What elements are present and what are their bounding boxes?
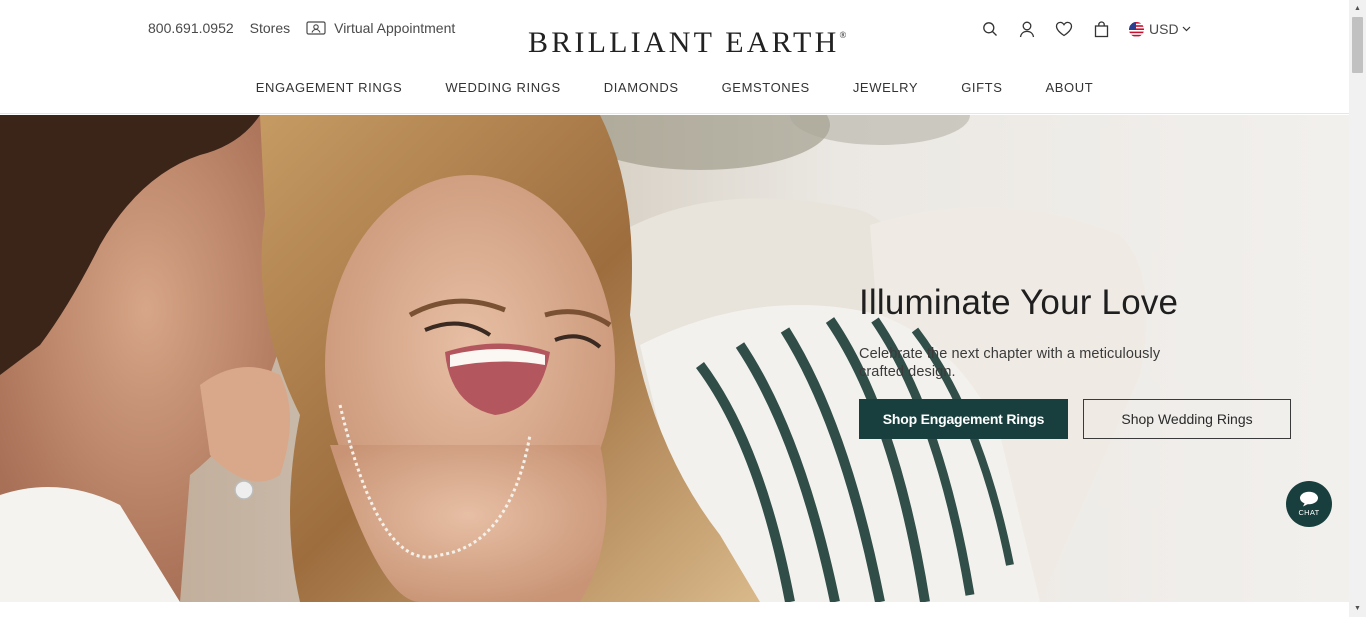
us-flag-icon xyxy=(1129,21,1144,37)
scroll-thumb[interactable] xyxy=(1352,17,1363,73)
nav-jewelry[interactable]: JEWELRY xyxy=(853,80,918,95)
account-icon[interactable] xyxy=(1018,20,1036,38)
shop-engagement-rings-button[interactable]: Shop Engagement Rings xyxy=(859,399,1068,439)
next-section-edge xyxy=(0,602,1349,617)
stores-link[interactable]: Stores xyxy=(250,20,290,36)
chat-label: CHAT xyxy=(1298,508,1320,517)
chevron-down-icon xyxy=(1182,26,1190,32)
nav-wedding-rings[interactable]: WEDDING RINGS xyxy=(445,80,560,95)
nav-diamonds[interactable]: DIAMONDS xyxy=(604,80,679,95)
hero-title: Illuminate Your Love xyxy=(859,283,1179,322)
chat-bubble-icon xyxy=(1300,491,1318,507)
utility-links: 800.691.0952 Stores Virtual Appointment xyxy=(148,20,471,36)
hero-banner: Illuminate Your Love Celebrate the next … xyxy=(0,115,1349,602)
virtual-appointment-label: Virtual Appointment xyxy=(334,20,456,36)
search-icon[interactable] xyxy=(981,20,999,38)
phone-link[interactable]: 800.691.0952 xyxy=(148,20,234,36)
hero-content: Illuminate Your Love Celebrate the next … xyxy=(859,283,1299,439)
shop-wedding-rings-button[interactable]: Shop Wedding Rings xyxy=(1083,399,1291,439)
bag-icon[interactable] xyxy=(1092,20,1110,38)
site-header: 800.691.0952 Stores Virtual Appointment … xyxy=(0,0,1349,114)
brand-logo[interactable]: BRILLIANT EARTH® xyxy=(528,26,846,60)
hero-subtitle: Celebrate the next chapter with a meticu… xyxy=(859,346,1161,380)
currency-label: USD xyxy=(1149,21,1179,37)
currency-selector[interactable]: USD xyxy=(1129,21,1191,37)
nav-gemstones[interactable]: GEMSTONES xyxy=(722,80,810,95)
page: 800.691.0952 Stores Virtual Appointment … xyxy=(0,0,1349,617)
header-actions: USD xyxy=(981,20,1191,38)
scroll-up-arrow-icon[interactable]: ▲ xyxy=(1349,0,1366,17)
chat-button[interactable]: CHAT xyxy=(1286,481,1332,527)
page-scrollbar[interactable]: ▲ ▼ xyxy=(1349,0,1366,617)
virtual-appointment-link[interactable]: Virtual Appointment xyxy=(306,20,455,36)
virtual-appointment-icon xyxy=(306,21,326,35)
nav-gifts[interactable]: GIFTS xyxy=(961,80,1002,95)
scroll-down-arrow-icon[interactable]: ▼ xyxy=(1349,600,1366,617)
logo-text: BRILLIANT EARTH xyxy=(528,26,840,59)
hero-buttons: Shop Engagement Rings Shop Wedding Rings xyxy=(859,399,1291,439)
main-nav: ENGAGEMENT RINGS WEDDING RINGS DIAMONDS … xyxy=(0,80,1349,95)
nav-engagement-rings[interactable]: ENGAGEMENT RINGS xyxy=(256,80,403,95)
nav-about[interactable]: ABOUT xyxy=(1045,80,1093,95)
heart-icon[interactable] xyxy=(1055,20,1073,38)
logo-registered-mark: ® xyxy=(839,30,847,40)
